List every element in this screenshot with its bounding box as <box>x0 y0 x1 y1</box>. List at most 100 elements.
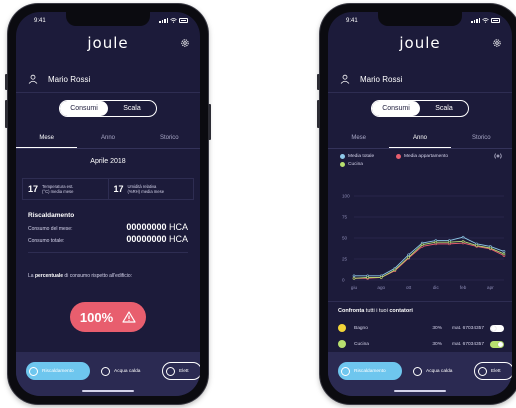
user-row[interactable]: Mario Rossi <box>28 69 188 89</box>
segment-consumi[interactable]: Consumi <box>372 101 420 116</box>
user-icon <box>340 74 350 84</box>
segment-consumi[interactable]: Consumi <box>60 101 108 116</box>
row-number: 00000000 <box>126 234 167 244</box>
x-tick-label: giu <box>351 285 358 290</box>
stat-label-line: (°C) media mese <box>42 189 74 194</box>
legend-item[interactable]: Media appartamento <box>396 154 448 159</box>
power-button <box>208 104 211 140</box>
tab-elettricita[interactable]: Elett <box>474 362 512 380</box>
tab-mese[interactable]: Mese <box>16 132 78 148</box>
data-point <box>475 244 479 247</box>
status-time: 9:41 <box>34 18 46 24</box>
notch <box>378 12 462 26</box>
tab-storico[interactable]: Storico <box>139 132 200 148</box>
monthly-consumption-row: Consumo del mese: 00000000 HCA <box>28 222 188 232</box>
room-toggle-bagno[interactable] <box>490 324 504 332</box>
y-tick-label: 0 <box>342 278 345 283</box>
data-point <box>420 243 424 247</box>
home-indicator[interactable] <box>82 390 134 392</box>
note-bold: percentuale <box>34 273 64 279</box>
status-icons <box>471 18 500 23</box>
percentage-badge[interactable]: 100% <box>70 302 146 332</box>
status-icons <box>159 18 188 23</box>
user-name: Mario Rossi <box>48 74 91 84</box>
y-tick-label: 75 <box>342 215 348 220</box>
home-indicator[interactable] <box>394 390 446 392</box>
wifi-icon <box>170 18 177 23</box>
period-title: Aprile 2018 <box>90 158 126 165</box>
broadcast-icon[interactable] <box>494 153 502 159</box>
tab-storico[interactable]: Storico <box>451 132 512 148</box>
mute-switch <box>5 74 8 90</box>
room-name: Bagno <box>354 325 368 331</box>
app-logo: joule <box>399 34 441 52</box>
room-dot <box>338 324 346 332</box>
segment-scala[interactable]: Scala <box>108 101 156 116</box>
room-row-bagno: Bagno 30% mat. 67034357 <box>338 322 504 334</box>
status-time: 9:41 <box>346 18 358 24</box>
compare-title: Confronta tutti i tuoi contatori <box>338 308 413 314</box>
row-unit: HCA <box>168 222 188 232</box>
tab-acqua-calda[interactable]: Acqua calda <box>410 362 464 380</box>
gear-icon[interactable] <box>180 38 190 48</box>
tab-acqua-calda[interactable]: Acqua calda <box>98 362 152 380</box>
radio-icon <box>29 366 38 376</box>
data-point <box>407 256 410 259</box>
user-row[interactable]: Mario Rossi <box>340 69 500 89</box>
phone-consumi-anno: 9:41 joule Mario Rossi Consumi Scala Mes… <box>317 4 516 404</box>
legend-item[interactable]: Media totale <box>340 154 374 159</box>
room-percent: 30% <box>432 341 442 347</box>
line-chart: 0 25 50 75 100 giu ago ott dic feb apr <box>328 182 512 302</box>
legend-label: Cucina <box>348 162 363 167</box>
battery-icon <box>179 18 188 23</box>
tab-anno[interactable]: Anno <box>77 132 138 148</box>
toggle-knob <box>498 341 503 347</box>
tab-elettricita[interactable]: Elett <box>162 362 200 380</box>
tab-anno[interactable]: Anno <box>389 132 451 148</box>
row-value: 00000000 HCA <box>126 222 188 232</box>
data-point <box>407 253 410 257</box>
gear-icon[interactable] <box>492 38 502 48</box>
period-tabs: Mese Anno Storico <box>328 132 512 148</box>
legend-item[interactable]: Cucina <box>340 162 363 167</box>
volume-up-button <box>5 100 8 128</box>
radio-icon <box>478 366 487 376</box>
mute-switch <box>317 74 320 90</box>
divider <box>16 92 200 93</box>
legend-swatch <box>396 154 401 159</box>
stat-value: 17 <box>113 184 124 194</box>
tab-label: Elett <box>179 368 189 374</box>
compare-prefix: Confronta <box>338 308 365 314</box>
tab-riscaldamento[interactable]: Riscaldamento <box>338 362 402 380</box>
percentage-value: 100% <box>79 309 114 325</box>
period-tabs: Mese Anno Storico <box>16 132 200 148</box>
stat-label: Temperatura est. (°C) media mese <box>42 184 73 194</box>
tab-mese[interactable]: Mese <box>328 132 389 148</box>
percentage-note: La percentuale di consumo rispetto all'e… <box>28 273 190 279</box>
segment-scala[interactable]: Scala <box>420 101 468 116</box>
tab-riscaldamento[interactable]: Riscaldamento <box>26 362 90 380</box>
divider <box>328 148 512 149</box>
app-header: joule <box>328 34 512 58</box>
data-point <box>461 240 465 243</box>
radio-icon <box>166 366 175 376</box>
data-point <box>502 252 506 256</box>
app-header: joule <box>16 34 200 58</box>
segmented-control: Consumi Scala <box>59 100 157 117</box>
row-value: 00000000 HCA <box>126 234 188 244</box>
room-toggle-cucina[interactable] <box>490 340 504 348</box>
toggle-knob <box>491 325 496 331</box>
stat-value: 17 <box>28 184 39 194</box>
app-screen: 9:41 joule Mario Rossi Consumi Scala Mes… <box>16 12 200 396</box>
legend-swatch <box>340 154 345 159</box>
tab-label: Riscaldamento <box>354 368 386 374</box>
room-meter-id: mat. 67034357 <box>452 341 485 347</box>
row-label: Consumo totale: <box>28 238 65 244</box>
row-label: Consumo del mese: <box>28 226 73 232</box>
line-chart-svg: 0 25 50 75 100 giu ago ott dic feb apr <box>342 194 506 290</box>
note-suffix: di consumo rispetto all'edificio: <box>63 273 133 279</box>
volume-up-button <box>317 100 320 128</box>
series-line <box>354 236 505 277</box>
tab-label: Riscaldamento <box>42 368 74 374</box>
stat-humidity: 17 Umidità relativa (%RH) media mese <box>108 178 194 200</box>
